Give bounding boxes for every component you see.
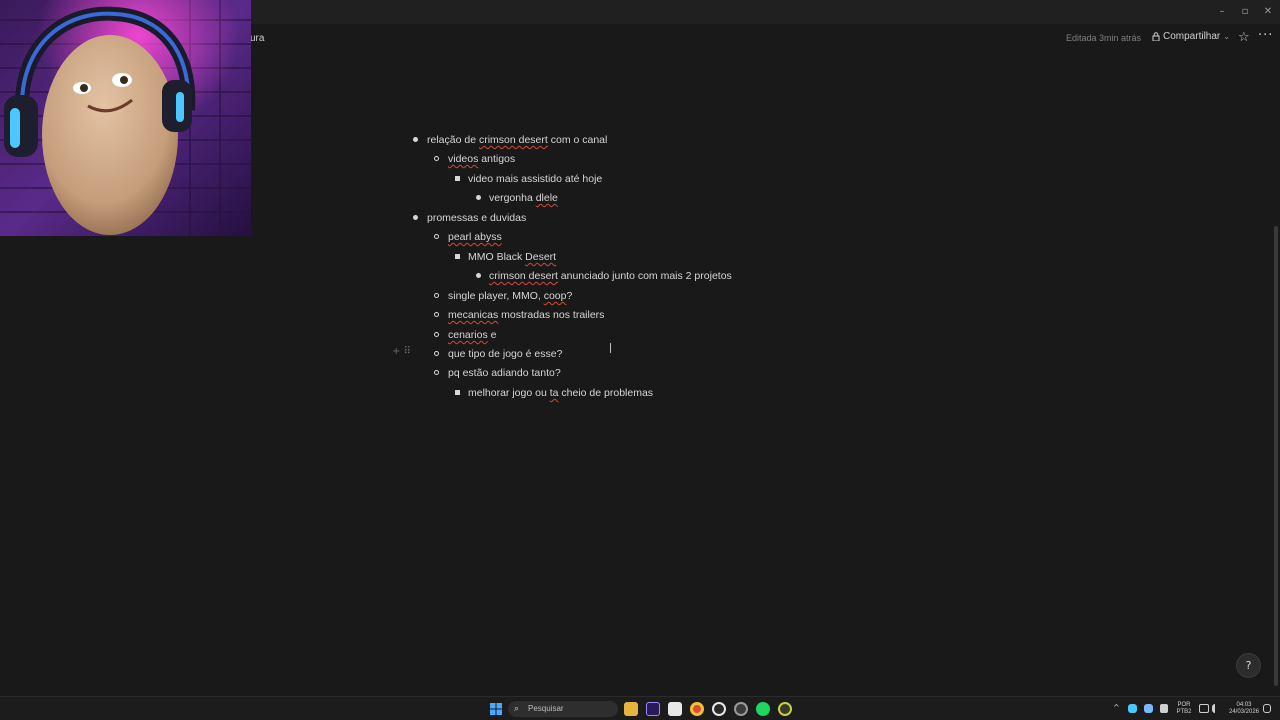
clock-date: 24/03/2026 [1228, 709, 1260, 715]
scrollbar-thumb[interactable] [1274, 226, 1278, 686]
lock-icon [1152, 32, 1160, 41]
block-drag-handle-icon[interactable]: + ⠿ [392, 346, 411, 357]
minimize-button[interactable]: – [1212, 4, 1232, 20]
list-item[interactable]: relação de crimson desert com o canal [427, 131, 607, 149]
bullet-marker-icon [413, 137, 418, 142]
misspelled-word: Desert [525, 251, 557, 263]
settings-gear-icon[interactable] [734, 702, 748, 716]
misspelled-word: cenarios [448, 329, 488, 341]
keyboard-layout: PTB2 [1176, 709, 1192, 715]
misspelled-word: coop [543, 290, 567, 302]
list-item-text: relação de [427, 134, 479, 146]
list-item[interactable]: videos antigos [448, 150, 515, 168]
misspelled-word: crimson desert [478, 134, 548, 146]
list-item-text: ? [566, 290, 573, 302]
bullet-marker-icon [455, 176, 460, 181]
bullet-marker-icon [476, 195, 481, 200]
misspelled-word: mecanicas [448, 309, 499, 321]
list-item[interactable]: que tipo de jogo é esse? [448, 345, 562, 363]
steam-icon[interactable] [1144, 704, 1153, 713]
bullet-marker-icon [434, 293, 439, 298]
bullet-marker-icon [455, 390, 460, 395]
tray-chevron-icon[interactable]: ^ [1113, 703, 1120, 712]
bullet-marker-icon [455, 254, 460, 259]
list-item-text: antigos [478, 153, 516, 165]
search-icon: ⌕ [514, 704, 520, 714]
bullet-marker-icon [434, 351, 439, 356]
list-item[interactable]: vergonha dlele [489, 189, 558, 207]
list-item-text: anunciado junto com mais 2 projetos [557, 270, 732, 282]
list-item-text: MMO Black [468, 251, 526, 263]
list-item-text: vergonha [489, 192, 536, 204]
language-indicator[interactable]: POR PTB2 [1173, 702, 1195, 716]
text-cursor-icon [610, 343, 613, 353]
maximize-button[interactable]: ▫ [1235, 4, 1255, 20]
bullet-marker-icon [434, 370, 439, 375]
clock-time: 04:03 [1236, 702, 1252, 708]
misspelled-word: videos [448, 153, 479, 165]
list-item-text: pq estão adiando tanto? [448, 367, 561, 379]
chrome-icon[interactable] [690, 702, 704, 716]
obs-icon[interactable] [712, 702, 726, 716]
list-item-text: promessas e duvidas [427, 212, 527, 224]
list-item-text: single player, MMO, [448, 290, 544, 302]
tray-app-icon[interactable] [1128, 704, 1137, 713]
list-item[interactable]: pq estão adiando tanto? [448, 364, 561, 382]
list-item[interactable]: video mais assistido até hoje [468, 170, 602, 188]
list-item-text: que tipo de jogo é esse? [448, 348, 563, 360]
bullet-marker-icon [434, 156, 439, 161]
premiere-icon[interactable] [646, 702, 660, 716]
windows-start-icon[interactable] [489, 702, 503, 716]
language-code: POR [1177, 702, 1191, 708]
misspelled-word: dlele [535, 192, 558, 204]
list-item[interactable]: promessas e duvidas [427, 209, 526, 227]
search-placeholder: Pesquisar [528, 704, 564, 713]
list-item[interactable]: cenarios e [448, 326, 496, 344]
list-item-text: video mais assistido até hoje [468, 173, 603, 185]
spotify-icon[interactable] [756, 702, 770, 716]
list-item-text: melhorar jogo ou [468, 387, 550, 399]
file-explorer-icon[interactable] [624, 702, 638, 716]
list-item[interactable]: mecanicas mostradas nos trailers [448, 306, 604, 324]
list-item[interactable]: single player, MMO, coop? [448, 287, 572, 305]
streamer-avatar-image [0, 0, 251, 236]
bullet-marker-icon [413, 215, 418, 220]
clock[interactable]: 04:03 24/03/2026 [1224, 702, 1264, 716]
notification-bell-icon[interactable] [1263, 704, 1271, 713]
list-item[interactable]: melhorar jogo ou ta cheio de problemas [468, 384, 653, 402]
chevron-down-icon: ⌄ [1223, 32, 1230, 41]
list-item-text: e [487, 329, 497, 341]
favorite-star-icon[interactable]: ☆ [1238, 30, 1250, 45]
list-item-text: cheio de problemas [558, 387, 654, 399]
share-label: Compartilhar [1163, 31, 1221, 42]
os-taskbar: ⌕ Pesquisar ^ POR PTB2 04:03 24/03/2026 [0, 696, 1280, 720]
help-button[interactable]: ? [1236, 653, 1261, 678]
taskbar-search-input[interactable]: ⌕ Pesquisar [508, 701, 618, 717]
bullet-marker-icon [476, 273, 481, 278]
list-item-text: com o canal [547, 134, 608, 146]
edited-timestamp: Editada 3min atrás [1066, 33, 1142, 43]
list-item-text: mostradas nos trailers [498, 309, 605, 321]
breadcrumb[interactable]: ura [250, 33, 264, 44]
share-button[interactable]: Compartilhar ⌄ [1152, 31, 1230, 42]
notion-icon[interactable] [668, 702, 682, 716]
misspelled-word: crimson desert [489, 270, 558, 282]
list-item[interactable]: crimson desert anunciado junto com mais … [489, 267, 732, 285]
misspelled-word: pearl abyss [448, 231, 502, 243]
bullet-marker-icon [434, 234, 439, 239]
list-item[interactable]: MMO Black Desert [468, 248, 556, 266]
app-icon[interactable] [778, 702, 792, 716]
bullet-marker-icon [434, 312, 439, 317]
mic-icon[interactable] [1160, 704, 1168, 713]
monitor-icon[interactable] [1199, 704, 1209, 713]
list-item[interactable]: pearl abyss [448, 228, 502, 246]
bullet-marker-icon [434, 332, 439, 337]
webcam-overlay [0, 0, 251, 236]
more-options-icon[interactable]: ··· [1258, 28, 1273, 43]
volume-icon[interactable] [1212, 704, 1222, 713]
close-button[interactable]: ✕ [1258, 4, 1278, 20]
